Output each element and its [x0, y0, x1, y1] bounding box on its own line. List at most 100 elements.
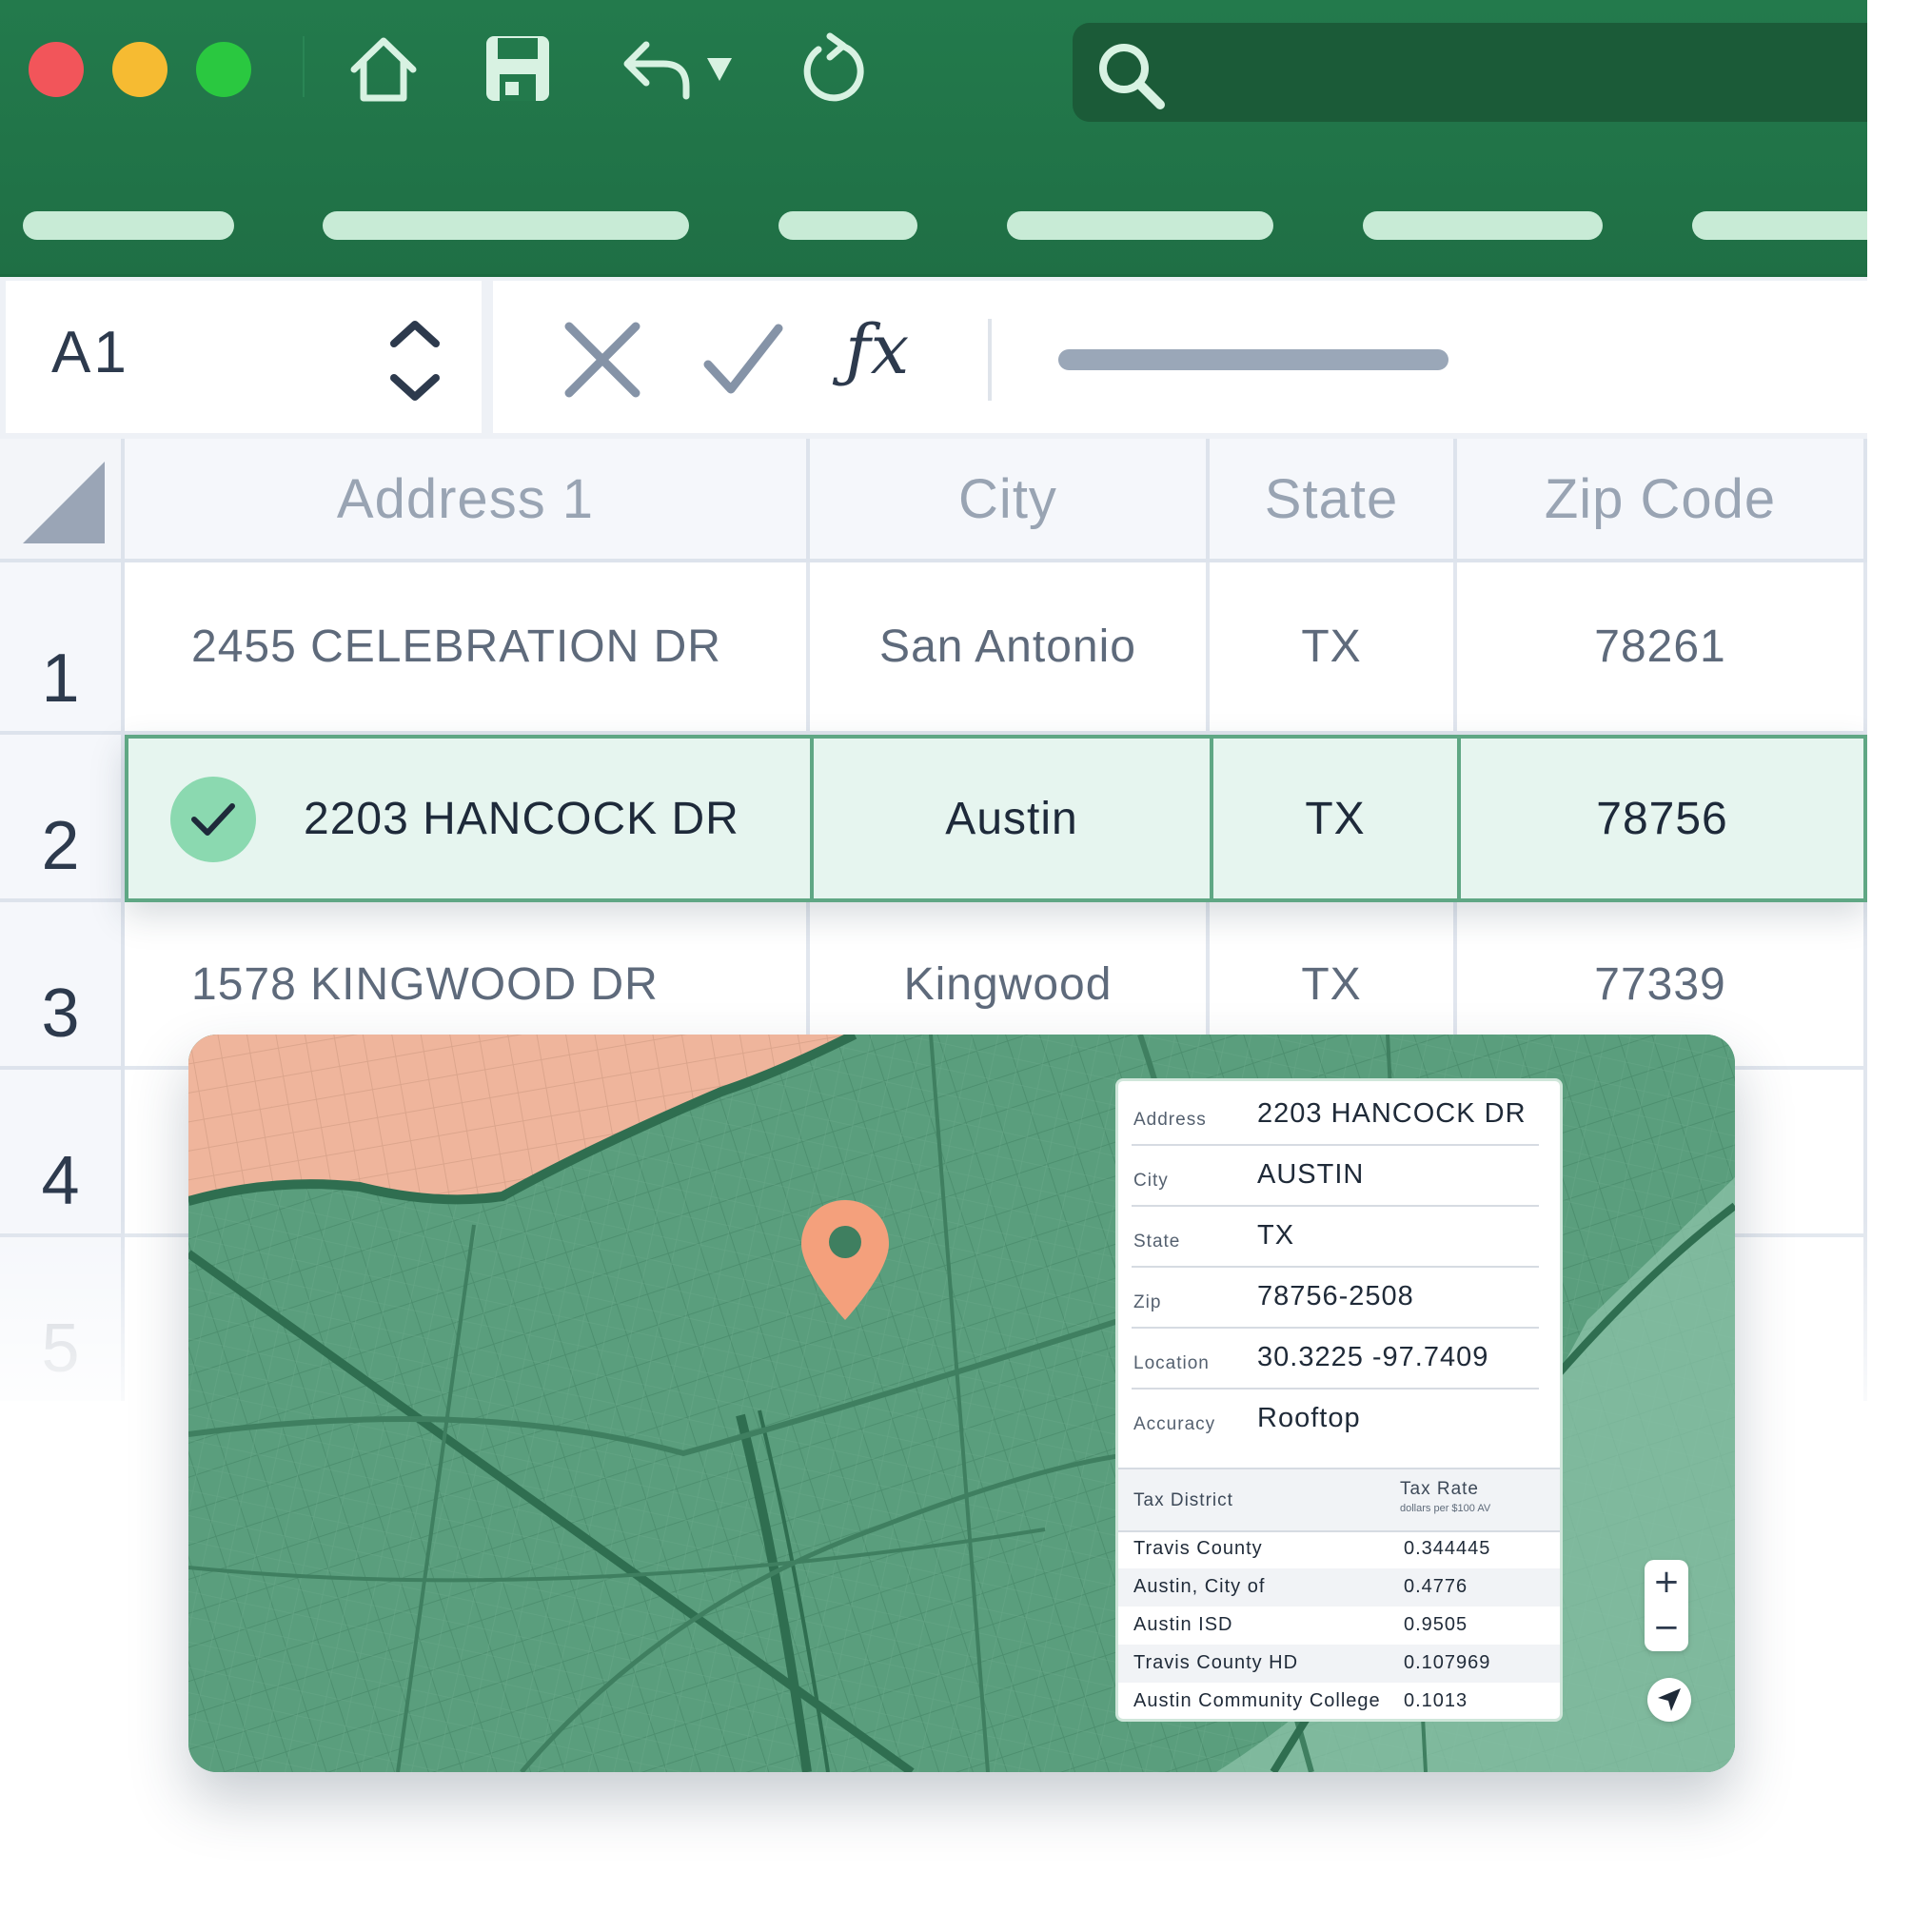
info-key: City: [1133, 1171, 1169, 1191]
info-value: TX: [1257, 1220, 1295, 1251]
verified-badge: [170, 777, 256, 862]
undo-button[interactable]: [619, 29, 695, 108]
home-icon: [350, 37, 417, 102]
location-pin-icon[interactable]: [798, 1196, 893, 1324]
column-header-city[interactable]: City: [810, 439, 1210, 562]
formula-bar: A1 ƒx: [0, 277, 1867, 439]
undo-icon: [623, 41, 690, 100]
name-box[interactable]: A1: [6, 281, 482, 433]
zoom-in-button[interactable]: +: [1645, 1560, 1688, 1604]
selected-row[interactable]: 2203 HANCOCK DR Austin TX 78756: [125, 735, 1867, 902]
cell-city-2[interactable]: Austin: [814, 739, 1213, 898]
home-button[interactable]: [343, 29, 424, 108]
info-value: 78756-2508: [1257, 1281, 1414, 1311]
info-key: Location: [1133, 1353, 1210, 1373]
tax-row: Travis County HD 0.107969: [1118, 1645, 1560, 1683]
row-header-5[interactable]: 5: [0, 1237, 125, 1401]
locate-me-button[interactable]: [1647, 1678, 1691, 1722]
row-header-2[interactable]: 2: [0, 735, 125, 902]
stepper-icon[interactable]: [386, 313, 443, 408]
minimize-window-button[interactable]: [112, 42, 167, 97]
ribbon-tab-1[interactable]: [23, 211, 234, 240]
navigation-arrow-icon: [1658, 1688, 1681, 1711]
ribbon-tab-5[interactable]: [1363, 211, 1603, 240]
formula-input-area: ƒx: [493, 281, 1867, 433]
row-header-3[interactable]: 3: [0, 902, 125, 1070]
cell-address-2-text: 2203 HANCOCK DR: [304, 793, 739, 844]
search-bar[interactable]: [1073, 23, 1867, 122]
insert-function-button[interactable]: ƒx: [845, 309, 909, 389]
ribbon-tab-3[interactable]: [778, 211, 917, 240]
undo-dropdown-button[interactable]: [700, 29, 739, 108]
tax-district-name: Travis County: [1133, 1538, 1263, 1559]
refresh-icon: [803, 32, 864, 102]
tax-district-name: Austin ISD: [1133, 1614, 1233, 1635]
tax-rate-value: 0.9505: [1404, 1614, 1468, 1635]
info-row-accuracy: Accuracy Rooftop: [1132, 1388, 1539, 1449]
cell-state-1[interactable]: TX: [1210, 562, 1457, 735]
cell-zip-1[interactable]: 78261: [1457, 562, 1867, 735]
search-input[interactable]: [1187, 42, 1847, 105]
cancel-icon[interactable]: [560, 317, 645, 403]
map-panel[interactable]: Address 2203 HANCOCK DR City AUSTIN Stat…: [188, 1035, 1735, 1772]
info-key: Zip: [1133, 1292, 1162, 1312]
maximize-window-button[interactable]: [196, 42, 251, 97]
refresh-button[interactable]: [794, 29, 874, 108]
info-row-zip: Zip 78756-2508: [1132, 1266, 1539, 1329]
save-button[interactable]: [479, 29, 557, 108]
info-row-address: Address 2203 HANCOCK DR: [1132, 1083, 1539, 1146]
ribbon-tab-4[interactable]: [1007, 211, 1273, 240]
tax-rate-value: 0.107969: [1404, 1652, 1491, 1673]
save-icon: [486, 36, 549, 101]
cell-zip-2[interactable]: 78756: [1461, 739, 1863, 898]
tax-rate-header: Tax Rate: [1400, 1479, 1479, 1499]
tax-rate-unit: dollars per $100 AV: [1400, 1503, 1491, 1514]
column-header-state[interactable]: State: [1210, 439, 1457, 562]
info-key: State: [1133, 1232, 1181, 1252]
info-key: Accuracy: [1133, 1414, 1216, 1434]
close-window-button[interactable]: [29, 42, 84, 97]
formula-content[interactable]: [1058, 349, 1448, 370]
select-all-corner[interactable]: [0, 439, 125, 562]
tax-row: Austin Community College 0.1013: [1118, 1683, 1560, 1719]
info-row-state: State TX: [1132, 1205, 1539, 1268]
tax-row: Travis County 0.344445: [1118, 1530, 1560, 1568]
info-value: Rooftop: [1257, 1403, 1361, 1433]
select-all-triangle-icon: [23, 462, 105, 543]
row-header-1[interactable]: 1: [0, 562, 125, 735]
info-value: AUSTIN: [1257, 1159, 1365, 1190]
column-header-zip[interactable]: Zip Code: [1457, 439, 1867, 562]
info-value: 30.3225 -97.7409: [1257, 1342, 1489, 1372]
tax-rate-value: 0.1013: [1404, 1690, 1468, 1711]
cell-reference: A1: [51, 320, 129, 385]
confirm-icon[interactable]: [700, 317, 786, 403]
column-header-address[interactable]: Address 1: [125, 439, 810, 562]
info-row-city: City AUSTIN: [1132, 1144, 1539, 1207]
formula-divider: [988, 319, 992, 401]
row-header-4[interactable]: 4: [0, 1070, 125, 1237]
info-row-location: Location 30.3225 -97.7409: [1132, 1327, 1539, 1390]
tax-row: Austin, City of 0.4776: [1118, 1568, 1560, 1607]
dropdown-caret-icon: [707, 58, 732, 81]
ribbon-tab-6[interactable]: [1692, 211, 1867, 240]
cell-address-1[interactable]: 2455 CELEBRATION DR: [125, 562, 810, 735]
info-key: Address: [1133, 1110, 1207, 1130]
cell-state-2[interactable]: TX: [1213, 739, 1461, 898]
cell-city-1[interactable]: San Antonio: [810, 562, 1210, 735]
tax-row: Austin ISD 0.9505: [1118, 1607, 1560, 1645]
zoom-out-button[interactable]: −: [1645, 1606, 1688, 1649]
search-icon: [1099, 44, 1165, 109]
zoom-controls: + −: [1645, 1560, 1688, 1651]
cell-address-2[interactable]: 2203 HANCOCK DR: [128, 739, 814, 898]
ribbon-tab-2[interactable]: [323, 211, 689, 240]
tax-table-header: Tax District Tax Rate dollars per $100 A…: [1118, 1468, 1560, 1532]
geocode-result-card: Address 2203 HANCOCK DR City AUSTIN Stat…: [1115, 1078, 1563, 1722]
tax-rate-value: 0.344445: [1404, 1538, 1491, 1559]
info-value: 2203 HANCOCK DR: [1257, 1098, 1527, 1129]
toolbar: [0, 0, 1867, 277]
toolbar-divider: [303, 36, 305, 97]
tax-district-name: Austin, City of: [1133, 1576, 1266, 1597]
tax-district-name: Austin Community College: [1133, 1690, 1381, 1711]
tax-rate-value: 0.4776: [1404, 1576, 1468, 1597]
checkmark-icon: [191, 803, 235, 836]
